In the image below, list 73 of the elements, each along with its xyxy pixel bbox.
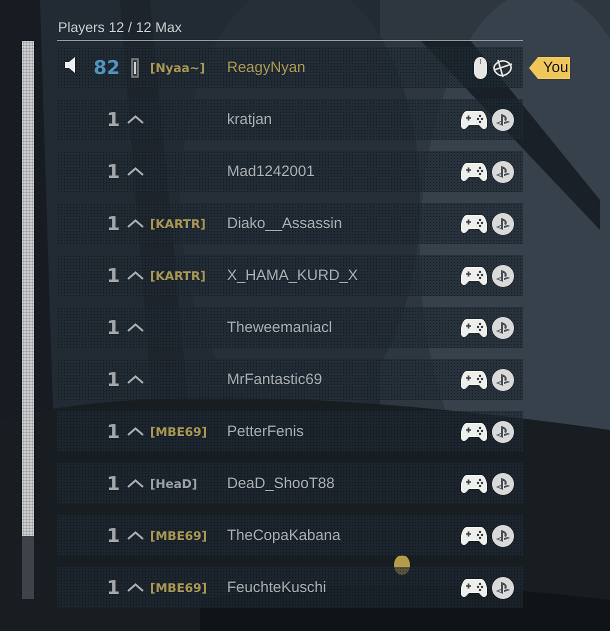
gamepad-icon — [461, 370, 487, 390]
chevron-up-icon — [126, 167, 144, 176]
player-row[interactable]: 1 [MBE69] TheCopaKabana — [57, 515, 523, 556]
player-name: Diako__Assassin — [227, 215, 344, 232]
player-level: 1 — [106, 368, 120, 390]
player-name: ReagyNyan — [227, 59, 306, 76]
player-row[interactable]: 1 [MBE69] PetterFenis — [57, 411, 523, 452]
player-row[interactable]: 1 [KARTR] Diako__Assassin — [57, 203, 523, 244]
player-name: PetterFenis — [227, 423, 305, 440]
chevron-up-icon — [126, 323, 144, 332]
player-name: Theweemaniacl — [227, 319, 334, 336]
player-level: 1 — [106, 108, 120, 130]
gamepad-icon — [461, 526, 487, 546]
rank-bar-icon — [131, 58, 139, 78]
console-logo-icon — [492, 368, 514, 390]
console-logo-icon — [492, 576, 514, 598]
player-level: 82 — [92, 56, 120, 78]
gamepad-icon — [461, 422, 487, 442]
player-level: 1 — [106, 524, 120, 546]
console-logo-icon — [492, 472, 514, 494]
gamepad-icon — [461, 214, 487, 234]
speaker-icon — [65, 57, 77, 73]
player-row[interactable]: 1 MrFantastic69 — [57, 359, 523, 400]
console-logo-icon — [492, 108, 514, 130]
player-name: MrFantastic69 — [227, 371, 324, 388]
player-row[interactable]: 1 [HeaD] DeaD_ShooT88 — [57, 463, 523, 504]
player-row[interactable]: 1 Mad1242001 — [57, 151, 523, 192]
player-row[interactable]: 1 [MBE69] FeuchteKuschi — [57, 567, 523, 608]
chevron-up-icon — [126, 427, 144, 436]
gamepad-icon — [461, 318, 487, 338]
player-level: 1 — [106, 160, 120, 182]
chevron-up-icon — [126, 531, 144, 540]
console-logo-icon — [492, 212, 514, 234]
console-logo-icon — [492, 160, 514, 182]
player-level: 1 — [106, 576, 120, 598]
chevron-up-icon — [126, 479, 144, 488]
chevron-up-icon — [126, 219, 144, 228]
chevron-up-icon — [126, 115, 144, 124]
clan-tag: [MBE69] — [150, 528, 227, 542]
player-level: 1 — [106, 264, 120, 286]
player-level: 1 — [106, 212, 120, 234]
player-name: FeuchteKuschi — [227, 579, 328, 596]
clan-tag: [HeaD] — [150, 476, 227, 490]
player-name: kratjan — [227, 111, 274, 128]
console-logo-icon — [492, 524, 514, 546]
clan-tag: [MBE69] — [150, 580, 227, 594]
mouse-icon — [474, 56, 487, 78]
gamepad-icon — [461, 578, 487, 598]
clan-tag: [KARTR] — [150, 216, 227, 230]
clan-tag: [MBE69] — [150, 424, 227, 438]
player-name: TheCopaKabana — [227, 527, 342, 544]
console-logo-icon — [492, 316, 514, 338]
player-row[interactable]: 1 kratjan — [57, 99, 523, 140]
player-level: 1 — [106, 472, 120, 494]
player-name: DeaD_ShooT88 — [227, 475, 336, 492]
chevron-up-icon — [126, 583, 144, 592]
clan-tag: [KARTR] — [150, 268, 227, 282]
player-row[interactable]: 1 [KARTR] X_HAMA_KURD_X — [57, 255, 523, 296]
player-level: 1 — [106, 420, 120, 442]
gamepad-icon — [461, 266, 487, 286]
players-count-title: Players 12 / 12 Max — [58, 18, 182, 36]
chevron-up-icon — [126, 375, 144, 384]
clan-tag: [Nyaa~] — [150, 60, 227, 74]
console-logo-icon — [492, 264, 514, 286]
console-logo-icon — [492, 420, 514, 442]
gamepad-icon — [461, 162, 487, 182]
gamepad-icon — [461, 110, 487, 130]
gamepad-icon — [461, 474, 487, 494]
player-name: X_HAMA_KURD_X — [227, 267, 359, 284]
player-level: 1 — [106, 316, 120, 338]
chevron-up-icon — [126, 271, 144, 280]
player-name: Mad1242001 — [227, 163, 316, 180]
player-row[interactable]: 1 Theweemaniacl — [57, 307, 523, 348]
